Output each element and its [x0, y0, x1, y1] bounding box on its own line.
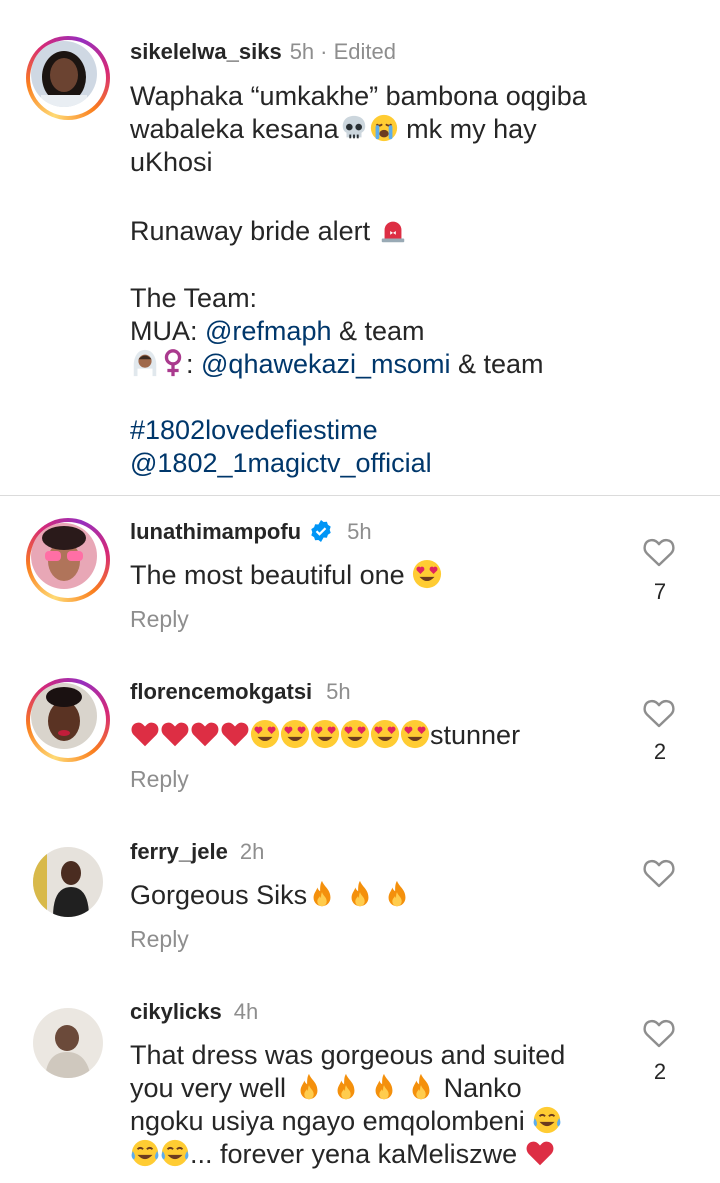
comment-line-3: ngoku usiya ngayo emqolombeni [130, 1105, 562, 1138]
red-heart-icon [190, 719, 220, 749]
like-count: 2 [653, 1059, 667, 1084]
caption-line-1: Waphaka “umkakhe” bambona oqgiba [130, 81, 587, 111]
comment-text: The most beautiful one [130, 559, 442, 592]
caption-line-5: The Team: [130, 283, 258, 313]
like-heart-icon[interactable] [642, 697, 676, 729]
comment-text: stunner [130, 719, 520, 752]
story-ring[interactable] [26, 36, 110, 120]
bride-icon [133, 349, 157, 378]
story-ring[interactable] [26, 518, 110, 602]
comment-line-2: you very well Nanko [130, 1072, 522, 1103]
edited-label: · Edited [320, 39, 396, 64]
timestamp: 2h [239, 839, 265, 864]
like-count: 2 [653, 739, 667, 764]
like-heart-icon[interactable] [642, 857, 676, 889]
red-heart-icon [525, 1138, 555, 1168]
username[interactable]: ferry_jele [130, 839, 228, 864]
comment-text: Gorgeous Siks [130, 879, 412, 912]
tears-of-joy-icon [130, 1138, 160, 1168]
red-heart-icon [160, 719, 190, 749]
avatar[interactable] [31, 523, 97, 589]
caption-line-2: wabaleka kesana mk my hay [130, 114, 537, 144]
heart-eyes-icon [280, 719, 310, 749]
username[interactable]: lunathimampofu [130, 519, 301, 544]
heart-eyes-icon [310, 719, 340, 749]
comment-line-1: That dress was gorgeous and suited [130, 1040, 566, 1070]
mention-refmaph[interactable]: @refmaph [205, 316, 331, 346]
fire-icon [382, 879, 412, 909]
like-heart-icon[interactable] [642, 1017, 676, 1049]
fire-icon [294, 1072, 324, 1102]
tears-of-joy-icon [160, 1138, 190, 1168]
caption-line-6: MUA: @refmaph & team [130, 316, 425, 346]
heart-eyes-icon [370, 719, 400, 749]
reply-button[interactable]: Reply [130, 925, 189, 953]
red-heart-icon [220, 719, 250, 749]
timestamp: 5h [289, 39, 315, 64]
crying-face-icon [370, 114, 397, 142]
fire-icon [331, 1072, 361, 1102]
heart-eyes-icon [400, 719, 430, 749]
fire-icon [406, 1072, 436, 1102]
divider [0, 495, 720, 496]
mention-qhawekazi[interactable]: @qhawekazi_msomi [201, 349, 451, 379]
siren-icon [381, 221, 404, 243]
fire-icon [369, 1072, 399, 1102]
comment-line-4: ... forever yena kaMeliszwe [130, 1138, 555, 1171]
tears-of-joy-icon [532, 1105, 562, 1135]
heart-eyes-icon [340, 719, 370, 749]
heart-eyes-icon [412, 559, 442, 589]
avatar[interactable] [33, 1008, 103, 1078]
username[interactable]: florencemokgatsi [130, 679, 312, 704]
verified-badge-icon [311, 520, 331, 542]
caption-line-4: Runaway bride alert [130, 215, 408, 248]
skull-icon [342, 115, 365, 139]
avatar[interactable] [33, 847, 103, 917]
red-heart-icon [130, 719, 160, 749]
like-count: 7 [653, 579, 667, 604]
mention-official[interactable]: @1802_1magictv_official [130, 447, 432, 480]
like-heart-icon[interactable] [642, 536, 676, 568]
fire-icon [345, 879, 375, 909]
timestamp: 4h [233, 999, 259, 1024]
reply-button[interactable]: Reply [130, 765, 189, 793]
fire-icon [307, 879, 337, 909]
caption-line-7: : @qhawekazi_msomi & team [130, 348, 544, 381]
caption-line-3: uKhosi [130, 147, 213, 177]
hashtag-link[interactable]: #1802lovedefiestime [130, 414, 378, 447]
reply-button[interactable]: Reply [130, 605, 189, 633]
username[interactable]: cikylicks [130, 999, 222, 1024]
timestamp: 5h [347, 519, 372, 544]
story-ring[interactable] [26, 678, 110, 762]
avatar[interactable] [31, 683, 97, 749]
heart-eyes-icon [250, 719, 280, 749]
username[interactable]: sikelelwa_siks [130, 39, 282, 64]
female-sign-icon [164, 349, 182, 377]
timestamp: 5h [326, 679, 351, 704]
avatar[interactable] [31, 41, 97, 107]
